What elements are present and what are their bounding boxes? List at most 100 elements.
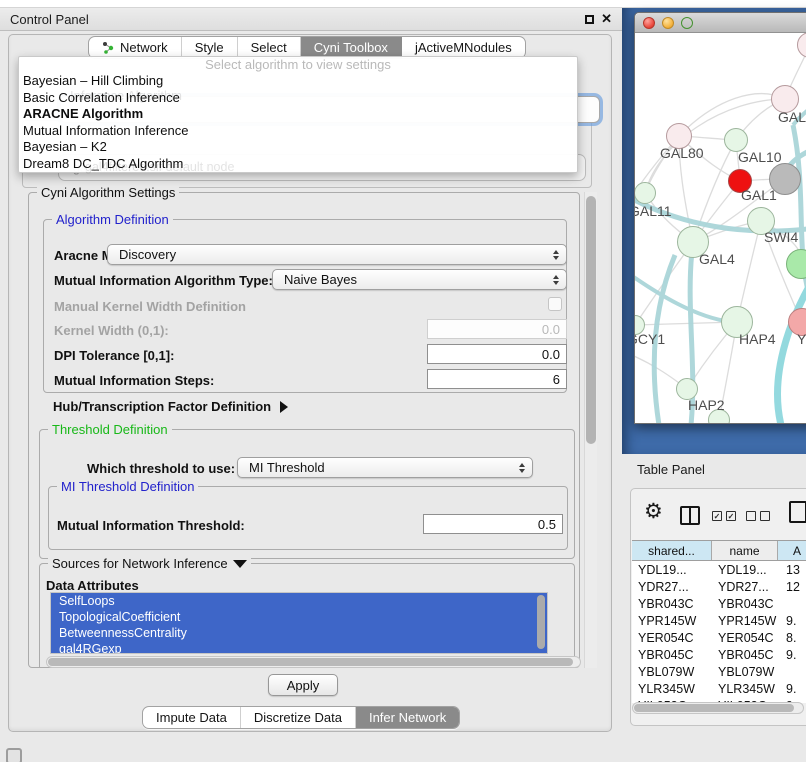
list-scrollbar[interactable] (537, 595, 545, 649)
column-header-name[interactable]: name (712, 541, 778, 560)
table-hscrollbar[interactable] (632, 702, 804, 714)
mi-steps-value: 6 (553, 372, 560, 387)
table-row[interactable]: YBR043CYBR043C (632, 595, 806, 612)
cyni-algorithm-settings-title: Cyni Algorithm Settings (37, 185, 179, 200)
apply-button-label: Apply (287, 678, 320, 693)
tab-discretize-data[interactable]: Discretize Data (241, 707, 356, 728)
tab-select-label: Select (251, 40, 287, 55)
control-panel-titlebar: Control Panel ✕ (0, 8, 622, 31)
popup-item[interactable]: Mutual Information Inference (19, 123, 577, 140)
control-panel-title: Control Panel (10, 12, 89, 27)
dpi-tolerance-label: DPI Tolerance [0,1]: (54, 348, 174, 363)
hub-definition-label: Hub/Transcription Factor Definition (53, 399, 271, 414)
tab-infer-network-label: Infer Network (369, 710, 446, 725)
aracne-mode-combo[interactable]: Discovery (107, 244, 567, 265)
settings-hscrollbar[interactable] (46, 656, 581, 668)
network-node[interactable] (635, 182, 656, 204)
mi-type-value: Naive Bayes (284, 272, 357, 287)
close-traffic-light[interactable] (643, 17, 655, 29)
mi-type-combo[interactable]: Naive Bayes (272, 269, 567, 290)
tab-style[interactable]: Style (182, 37, 238, 58)
columns-icon[interactable] (680, 506, 700, 525)
stepper-icon (519, 463, 525, 473)
gear-icon[interactable]: ⚙ (644, 501, 663, 523)
collapsed-panel-icon[interactable] (6, 748, 22, 762)
table-body[interactable]: YDL19...YDL19...13 YDR27...YDR27...12 YB… (632, 561, 806, 703)
mi-threshold-field[interactable]: 0.5 (423, 514, 563, 534)
popup-item[interactable]: Bayesian – K2 (19, 139, 577, 156)
data-attributes-list[interactable]: SelfLoops TopologicalCoefficient Between… (50, 592, 548, 654)
list-item[interactable]: gal4RGexp (51, 641, 547, 654)
kernel-width-field[interactable]: 0.0 (427, 319, 567, 339)
hub-definition-expander[interactable]: Hub/Transcription Factor Definition (53, 399, 288, 414)
manual-kernel-label: Manual Kernel Width Definition (54, 299, 246, 314)
network-canvas[interactable]: GAL GAL80 GAL10 GAL1 GAL11 SWI4 GAL4 GCY… (635, 33, 806, 423)
table-row[interactable]: YER054CYER054C8. (632, 629, 806, 646)
zoom-traffic-light[interactable] (681, 17, 693, 29)
list-item[interactable]: SelfLoops (51, 593, 547, 609)
checked-checkbox-icon: ✓ (726, 511, 736, 521)
table-hscroll-thumb[interactable] (634, 704, 794, 712)
node-label: GAL80 (660, 145, 704, 161)
unchecked-checkbox-icon (746, 511, 756, 521)
table-row[interactable]: YLR345WYLR345W9. (632, 680, 806, 697)
which-threshold-combo[interactable]: MI Threshold (237, 457, 533, 478)
minimize-traffic-light[interactable] (662, 17, 674, 29)
node-label: GAL4 (699, 251, 735, 267)
network-icon (102, 41, 115, 54)
manual-kernel-checkbox[interactable] (548, 297, 562, 311)
stepper-icon (553, 250, 559, 260)
popup-placeholder[interactable]: Select algorithm to view settings (19, 57, 577, 73)
mi-threshold-value: 0.5 (538, 517, 556, 532)
tab-select[interactable]: Select (238, 37, 301, 58)
table-row[interactable]: YDR27...YDR27...12 (632, 578, 806, 595)
hide-columns-icon[interactable] (746, 511, 770, 521)
vscroll-thumb[interactable] (586, 196, 596, 444)
hscroll-thumb[interactable] (48, 658, 573, 666)
node-label: HAP2 (688, 397, 725, 413)
column-header-third[interactable]: A (778, 541, 806, 560)
network-window-titlebar[interactable] (635, 13, 806, 33)
mi-steps-field[interactable]: 6 (427, 369, 567, 389)
tab-network[interactable]: Network (89, 37, 182, 58)
show-columns-icon[interactable]: ✓ ✓ (712, 511, 736, 521)
sources-group-title[interactable]: Sources for Network Inference (48, 556, 251, 571)
top-strip (0, 0, 806, 8)
threshold-definition-title: Threshold Definition (48, 422, 172, 437)
node-label: GAL (778, 109, 806, 125)
table-row[interactable]: YPR145WYPR145W9. (632, 612, 806, 629)
tab-cyni-toolbox-label: Cyni Toolbox (314, 40, 388, 55)
cyni-algorithm-settings-group: Cyni Algorithm Settings Algorithm Defini… (28, 192, 580, 668)
inference-algorithm-ghost-label: Inference Algorithm (70, 88, 182, 103)
collapse-arrow-icon (233, 560, 247, 568)
kernel-width-label: Kernel Width (0,1): (54, 323, 169, 338)
tab-infer-network[interactable]: Infer Network (356, 707, 459, 728)
table-row[interactable]: YBL079WYBL079W (632, 663, 806, 680)
column-header-shared[interactable]: shared... (632, 541, 712, 560)
node-label: GAL1 (741, 187, 777, 203)
table-row[interactable]: YDL19...YDL19...13 (632, 561, 806, 578)
tab-impute-data[interactable]: Impute Data (143, 707, 241, 728)
mi-type-label: Mutual Information Algorithm Type: (54, 273, 273, 288)
table-row[interactable]: YBR045CYBR045C9. (632, 646, 806, 663)
tab-jactivemnodules-label: jActiveMNodules (415, 40, 512, 55)
dpi-tolerance-field[interactable]: 0.0 (427, 344, 567, 364)
sources-title-label: Sources for Network Inference (52, 556, 228, 571)
tab-jactivemnodules[interactable]: jActiveMNodules (402, 37, 525, 58)
list-item[interactable]: BetweennessCentrality (51, 625, 547, 641)
apply-button[interactable]: Apply (268, 674, 338, 696)
titlebar-buttons: ✕ (585, 14, 612, 24)
float-window-icon[interactable] (585, 15, 594, 24)
node-label: GAL11 (635, 203, 672, 219)
close-icon[interactable]: ✕ (601, 14, 612, 24)
node-label: HAP4 (739, 331, 776, 347)
mi-threshold-label: Mutual Information Threshold: (57, 518, 245, 533)
tab-cyni-toolbox[interactable]: Cyni Toolbox (301, 37, 402, 58)
settings-vscrollbar[interactable] (584, 192, 597, 668)
unchecked-checkbox-icon (760, 511, 770, 521)
bottom-tabbar: Impute Data Discretize Data Infer Networ… (142, 706, 460, 729)
popup-item-selected[interactable]: ARACNE Algorithm (19, 106, 577, 123)
list-item[interactable]: TopologicalCoefficient (51, 609, 547, 625)
document-icon[interactable] (789, 501, 806, 523)
dpi-tolerance-value: 0.0 (542, 347, 560, 362)
